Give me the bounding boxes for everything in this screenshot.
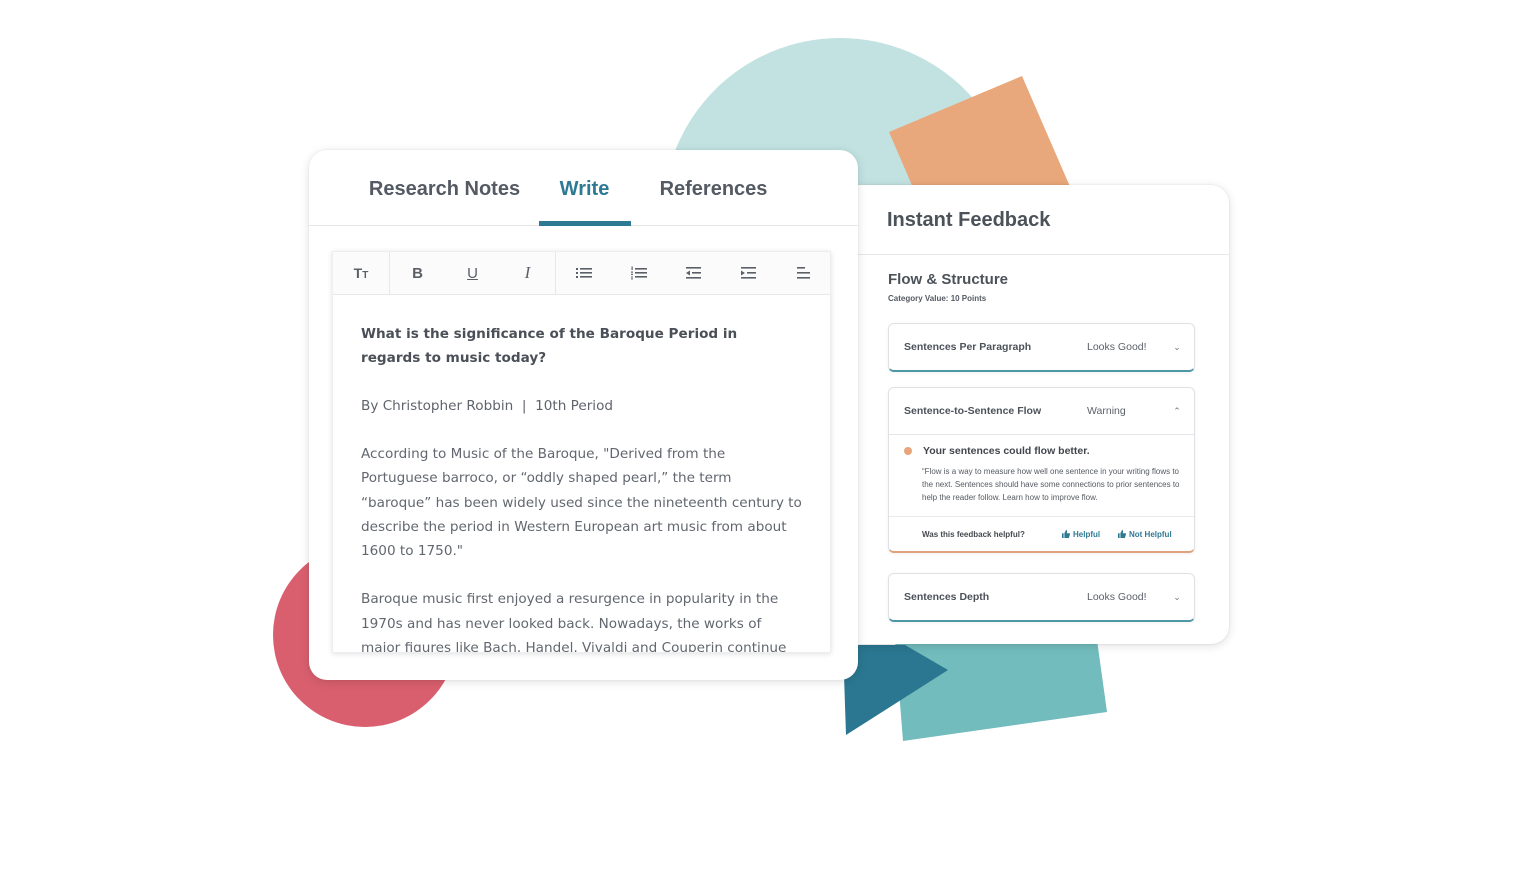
helpful-question: Was this feedback helpful?: [922, 529, 1025, 539]
outdent-button[interactable]: [666, 252, 721, 295]
not-helpful-button[interactable]: Not Helpful: [1118, 530, 1172, 539]
bold-icon: B: [412, 264, 423, 282]
document-title: What is the significance of the Baroque …: [361, 326, 738, 366]
card-header[interactable]: Sentences Per Paragraph Looks Good! ⌄: [889, 324, 1194, 370]
italic-icon: I: [524, 263, 531, 282]
category-value: Category Value: 10 Points: [888, 294, 987, 303]
text-size-button[interactable]: TT: [333, 252, 389, 295]
card-body: Your sentences could flow better. “Flow …: [889, 434, 1194, 551]
formatting-toolbar: TT B U I: [333, 252, 830, 295]
helpful-button[interactable]: Helpful: [1062, 530, 1118, 539]
thumbs-up-icon: [1062, 530, 1070, 538]
document-byline: By Christopher Robbin | 10th Period: [361, 398, 614, 414]
outdent-icon: [685, 267, 701, 279]
feedback-card-sentences-depth[interactable]: Sentences Depth Looks Good! ⌄: [888, 573, 1195, 622]
tab-research-notes[interactable]: Research Notes: [351, 150, 539, 226]
feedback-card-sentence-flow[interactable]: Sentence-to-Sentence Flow Warning ⌃ Your…: [888, 387, 1195, 553]
tab-references[interactable]: References: [631, 150, 797, 226]
chevron-down-icon[interactable]: ⌄: [1167, 342, 1187, 353]
document-paragraph: According to Music of the Baroque, "Deri…: [361, 446, 802, 560]
tab-write[interactable]: Write: [538, 150, 631, 226]
toolbar-group-style: B U I: [390, 252, 556, 294]
toolbar-group-text-size: TT: [333, 252, 390, 294]
bold-button[interactable]: B: [390, 252, 445, 295]
chevron-up-icon[interactable]: ⌃: [1167, 406, 1187, 417]
card-name: Sentences Depth: [904, 591, 990, 603]
feedback-card-sentences-per-paragraph[interactable]: Sentences Per Paragraph Looks Good! ⌄: [888, 323, 1195, 372]
tab-write-label: Write: [559, 178, 610, 200]
card-status: Looks Good!: [1087, 341, 1147, 353]
underline-button[interactable]: U: [445, 252, 500, 295]
chevron-down-icon[interactable]: ⌄: [1167, 592, 1187, 603]
italic-button[interactable]: I: [500, 252, 555, 295]
card-header[interactable]: Sentence-to-Sentence Flow Warning ⌃: [889, 388, 1194, 434]
warning-dot-icon: [904, 447, 912, 455]
bullet-list-icon: [575, 268, 592, 278]
document-editor[interactable]: TT B U I What is the significance of the…: [332, 251, 831, 653]
card-status: Looks Good!: [1087, 591, 1147, 603]
document-paragraph: Baroque music first enjoyed a resurgence…: [361, 591, 787, 653]
instant-feedback-panel: Instant Feedback Flow & Structure Catego…: [858, 185, 1229, 644]
editor-panel: Research Notes Write References TT B U I: [309, 150, 858, 680]
category-title: Flow & Structure: [888, 271, 1009, 288]
active-tab-indicator: [538, 221, 631, 226]
feedback-title: Instant Feedback: [858, 185, 1229, 255]
numbered-list-button[interactable]: [611, 252, 666, 295]
teal-rectangle-shape: [895, 640, 1107, 741]
not-helpful-label: Not Helpful: [1129, 529, 1172, 539]
message-text: “Flow is a way to measure how well one s…: [922, 467, 1180, 502]
numbered-list-icon: [630, 266, 647, 280]
editor-tabs: Research Notes Write References: [309, 150, 858, 226]
card-name: Sentences Per Paragraph: [904, 341, 1032, 353]
bullet-list-button[interactable]: [556, 252, 611, 295]
helpful-label: Helpful: [1073, 529, 1101, 539]
toolbar-group-lists: [556, 252, 830, 295]
document-body[interactable]: What is the significance of the Baroque …: [333, 295, 830, 653]
card-name: Sentence-to-Sentence Flow: [904, 405, 1042, 417]
message-title: Your sentences could flow better.: [923, 445, 1090, 457]
indent-icon: [740, 267, 756, 279]
card-status: Warning: [1087, 405, 1126, 417]
underline-icon: U: [467, 264, 478, 282]
indent-button[interactable]: [721, 252, 776, 295]
message-row: Your sentences could flow better.: [904, 445, 1179, 457]
align-left-button[interactable]: [776, 252, 830, 295]
align-left-icon: [796, 267, 810, 279]
thumbs-up-icon: [1118, 530, 1126, 538]
helpful-row: Was this feedback helpful? Helpful Not H…: [889, 516, 1194, 551]
card-header[interactable]: Sentences Depth Looks Good! ⌄: [889, 574, 1194, 620]
text-size-icon: TT: [353, 265, 369, 281]
feedback-category: Flow & Structure Category Value: 10 Poin…: [858, 255, 1229, 303]
